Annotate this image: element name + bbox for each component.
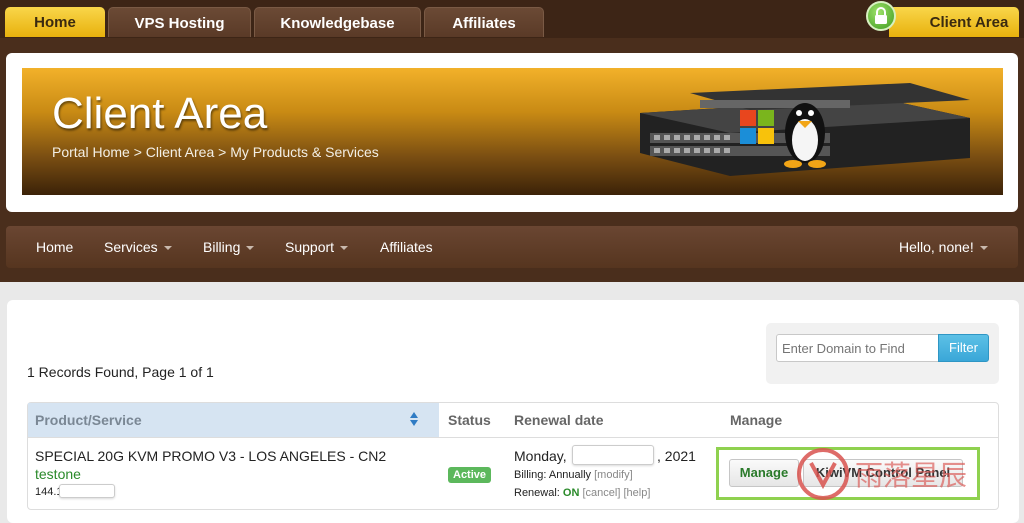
header-product-service[interactable]: Product/Service <box>28 403 439 437</box>
help-link[interactable]: [help] <box>623 487 650 499</box>
redaction-box <box>572 445 654 465</box>
row-divider <box>28 437 998 438</box>
svg-text:雨落星辰: 雨落星辰 <box>855 459 967 492</box>
sort-icon[interactable] <box>409 411 419 427</box>
nav-billing[interactable]: Billing <box>203 239 255 255</box>
billing-cycle: Billing: Annually [modify] <box>514 469 633 481</box>
records-count: 1 Records Found, Page 1 of 1 <box>27 364 214 380</box>
nav-home[interactable]: Home <box>36 239 73 255</box>
caret-down-icon <box>340 246 349 251</box>
modify-link[interactable]: [modify] <box>594 469 633 481</box>
renewal-year: , 2021 <box>657 448 696 464</box>
cancel-link[interactable]: [cancel] <box>582 487 620 499</box>
breadcrumb: Portal Home > Client Area > My Products … <box>52 144 379 160</box>
nav-services[interactable]: Services <box>104 239 172 255</box>
product-username: testone <box>35 466 81 482</box>
user-menu[interactable]: Hello, none! <box>899 239 988 255</box>
renewal-status: Renewal: ON [cancel] [help] <box>514 487 651 499</box>
page-title: Client Area <box>52 89 268 138</box>
filter-button[interactable]: Filter <box>938 334 989 362</box>
header-manage: Manage <box>730 412 783 428</box>
header-renewal-date[interactable]: Renewal date <box>514 403 603 437</box>
product-name: SPECIAL 20G KVM PROMO V3 - LOS ANGELES -… <box>35 448 387 464</box>
tab-client-area[interactable]: Client Area <box>889 7 1019 37</box>
nav-support[interactable]: Support <box>285 239 349 255</box>
tab-affiliates[interactable]: Affiliates <box>424 7 544 37</box>
tab-knowledgebase[interactable]: Knowledgebase <box>254 7 421 37</box>
caret-down-icon <box>246 246 255 251</box>
tab-home[interactable]: Home <box>5 7 105 37</box>
renewal-day: Monday, <box>514 448 567 464</box>
caret-down-icon <box>979 246 988 251</box>
nav-affiliates[interactable]: Affiliates <box>380 239 433 255</box>
tab-vps-hosting[interactable]: VPS Hosting <box>108 7 251 37</box>
caret-down-icon <box>163 246 172 251</box>
lock-icon <box>866 1 896 31</box>
status-badge: Active <box>448 467 492 483</box>
watermark-logo: 雨落星辰 <box>797 448 967 500</box>
manage-button[interactable]: Manage <box>729 459 799 487</box>
header-status[interactable]: Status <box>448 403 491 437</box>
redaction-box <box>59 484 115 498</box>
domain-search-input[interactable] <box>776 334 939 362</box>
server-illustration <box>640 83 970 176</box>
